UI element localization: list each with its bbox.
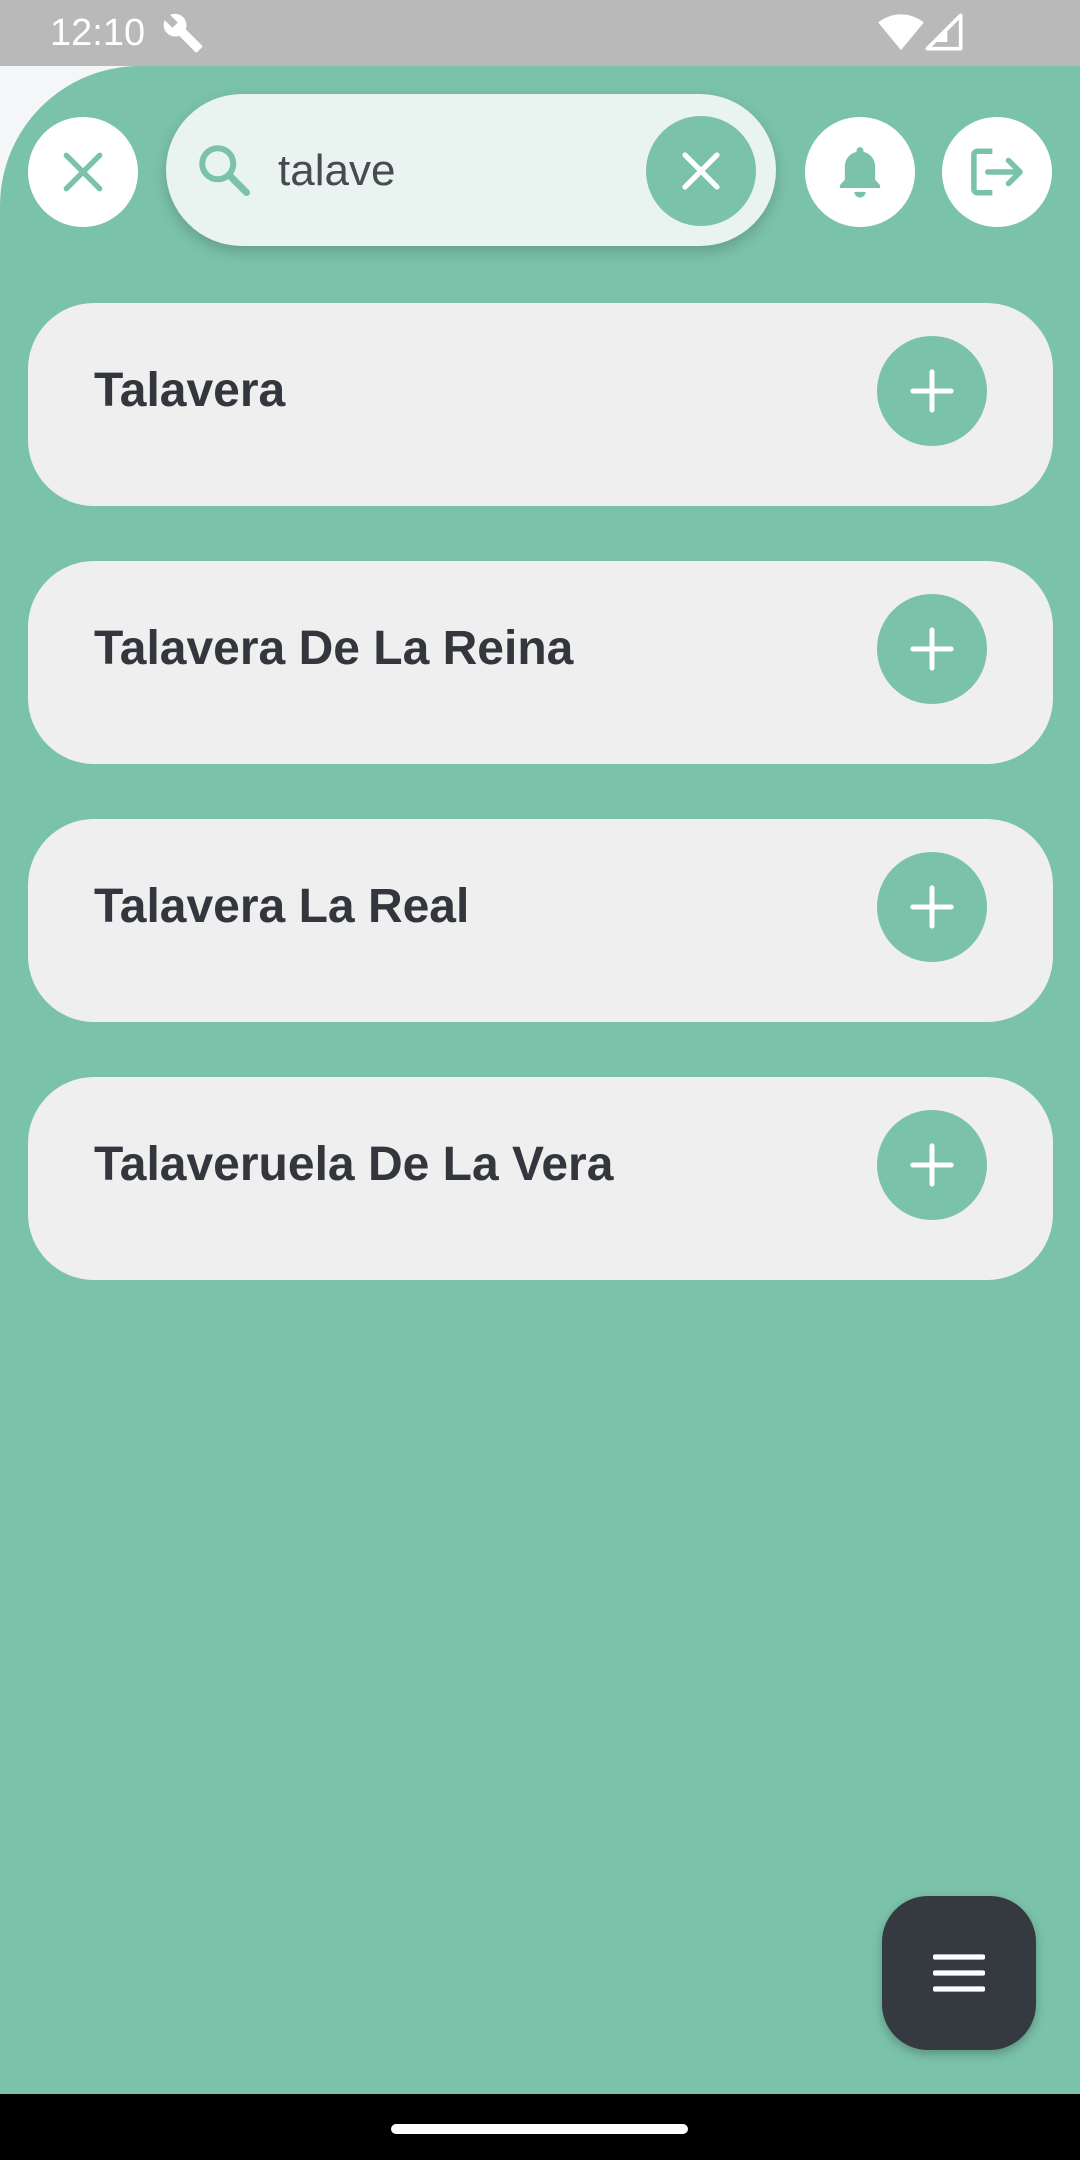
result-name: Talavera	[94, 364, 286, 417]
search-input[interactable]	[276, 136, 610, 206]
list-item[interactable]: Talaveruela De La Vera	[28, 1077, 1053, 1280]
add-button[interactable]	[877, 336, 987, 446]
search-icon	[199, 145, 250, 196]
search-bar[interactable]	[166, 94, 776, 246]
plus-icon	[910, 369, 954, 413]
notifications-button[interactable]	[805, 117, 915, 227]
plus-icon	[910, 885, 954, 929]
close-button[interactable]	[28, 117, 138, 227]
list-item[interactable]: Talavera	[28, 303, 1053, 506]
result-name: Talaveruela De La Vera	[94, 1138, 614, 1191]
home-indicator[interactable]	[391, 2124, 688, 2134]
status-time: 12:10	[50, 12, 146, 54]
list-item[interactable]: Talavera De La Reina	[28, 561, 1053, 764]
navigation-bar	[0, 2094, 1080, 2160]
plus-icon	[910, 1143, 954, 1187]
menu-icon	[933, 1954, 985, 1992]
status-bar: 12:10	[0, 0, 1080, 66]
search-results-list: Talavera Talavera De La Reina Talavera L…	[28, 303, 1053, 1335]
list-item[interactable]: Talavera La Real	[28, 819, 1053, 1022]
bell-icon	[839, 147, 881, 198]
logout-icon	[971, 148, 1023, 196]
clear-icon	[682, 152, 720, 190]
result-name: Talavera La Real	[94, 880, 470, 933]
wrench-icon	[163, 13, 203, 53]
add-button[interactable]	[877, 1110, 987, 1220]
signal-icon	[925, 13, 963, 51]
menu-button[interactable]	[882, 1896, 1036, 2050]
logout-button[interactable]	[942, 117, 1052, 227]
close-icon	[63, 152, 103, 192]
wifi-icon	[878, 14, 924, 51]
add-button[interactable]	[877, 594, 987, 704]
app-screen: Talavera Talavera De La Reina Talavera L…	[0, 66, 1080, 2094]
add-button[interactable]	[877, 852, 987, 962]
clear-search-button[interactable]	[646, 116, 756, 226]
result-name: Talavera De La Reina	[94, 622, 574, 675]
plus-icon	[910, 627, 954, 671]
